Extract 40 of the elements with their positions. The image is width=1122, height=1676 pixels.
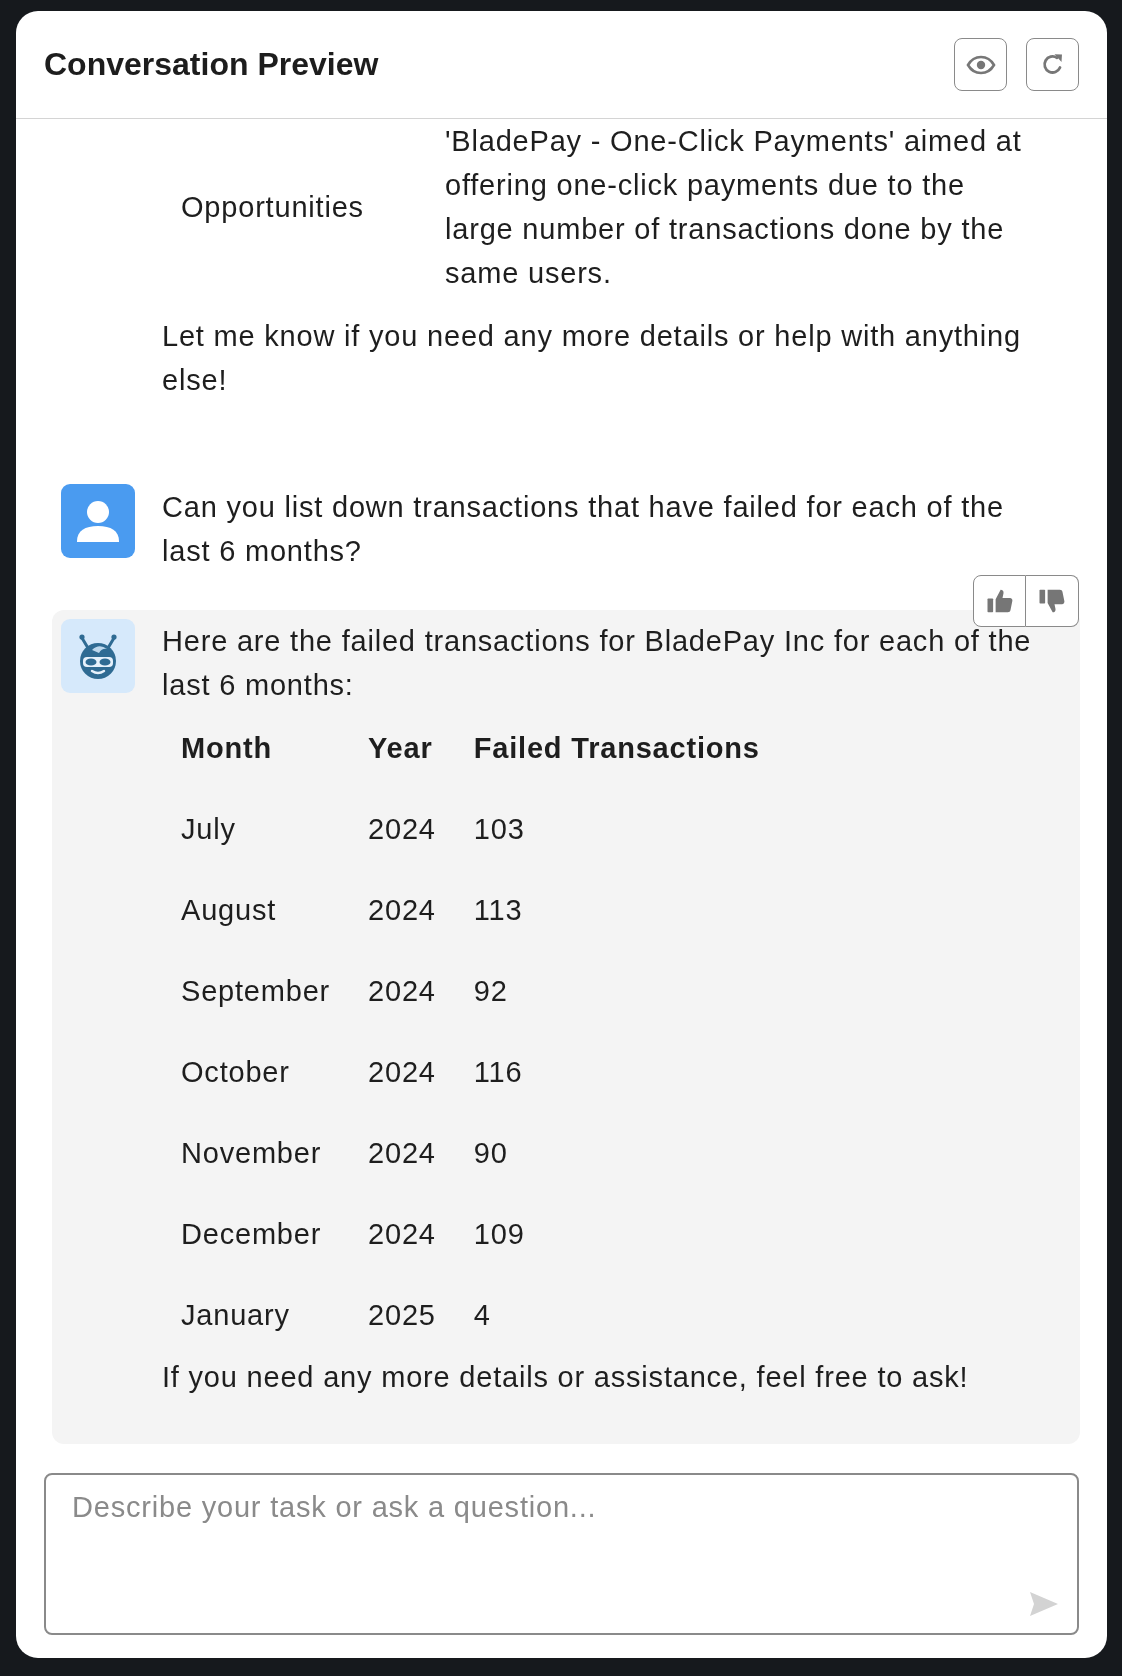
table-cell-text: 2024 [367,973,437,1009]
message-text: If you need any more details or assistance, feel free to ask! [162,1360,969,1395]
table-cell-text: 90 [472,1135,509,1171]
thumbs-down-button[interactable] [1026,575,1079,627]
column-header: Year [367,730,434,766]
table-cell-text: 2024 [367,1054,437,1090]
message-text: Let me know if you need any more details or help with anything else! [162,319,1022,398]
table-cell-text: 113 [472,892,524,928]
table-cell: Opportunities [162,119,445,295]
table-cell-text: November [180,1135,323,1171]
table-cell-text: January [180,1297,291,1333]
column-header: Failed Transactions [472,730,761,766]
robot-avatar-icon [61,619,135,693]
message-text: Here are the failed transactions for BladePay Inc for each of the last 6 months: [162,624,1033,703]
table-cell-text: 109 [472,1216,526,1252]
table-cell-text: 2024 [367,1216,437,1252]
table-cell-text: September [180,973,332,1009]
table-cell-text: 2024 [367,1135,437,1171]
table-cell-text: December [180,1216,323,1252]
table-cell-text: 2024 [367,811,437,847]
table-cell-text: 4 [472,1297,492,1333]
eye-icon [965,54,996,75]
message-input[interactable]: Describe your task or ask a question... [44,1473,1079,1635]
message-text: Can you list down transactions that have failed for each of the last 6 months? [162,490,1005,569]
thumbs-up-button[interactable] [973,575,1026,627]
table-cell-text: 2024 [367,892,437,928]
table-cell-text: July [180,811,237,847]
table-cell-text: 116 [472,1054,524,1090]
window-title: Conversation Preview [44,46,379,83]
person-avatar-icon [61,484,135,558]
table-cell-text: 2025 [367,1297,437,1333]
preview-button[interactable] [954,38,1007,91]
table-cell-text: 92 [472,973,509,1009]
table-cell-text: 'BladePay - One-Click Payments' aimed at offering one-click payments due to the large number of transactions done by the same users. [445,124,1023,291]
table-cell-text: 103 [472,811,526,847]
refresh-button[interactable] [1026,38,1079,91]
table-cell-text: August [180,892,278,928]
send-icon [1029,1591,1059,1617]
table-cell-text: October [180,1054,291,1090]
column-header: Month [180,730,273,766]
